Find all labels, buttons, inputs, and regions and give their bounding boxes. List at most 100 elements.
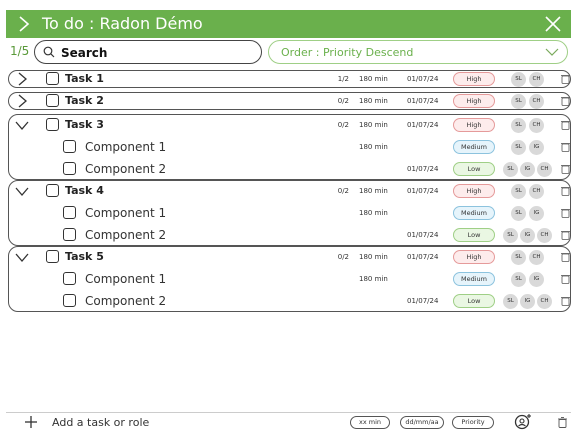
trash-icon[interactable] [561, 74, 570, 84]
trash-icon[interactable] [561, 120, 570, 130]
chevron-down-icon[interactable] [15, 184, 29, 198]
assignee-chip[interactable]: IG [529, 272, 544, 287]
assignee-chip[interactable]: CH [537, 294, 552, 309]
assignee-chip[interactable]: SL [503, 162, 518, 177]
trash-icon[interactable] [561, 296, 570, 306]
task-date: 01/07/24 [407, 253, 439, 261]
priority-field[interactable]: Priority [452, 416, 494, 429]
assignee-chip[interactable]: SL [511, 94, 526, 109]
assignee-chip[interactable]: CH [537, 162, 552, 177]
task-checkbox[interactable] [46, 118, 59, 131]
trash-icon[interactable] [561, 230, 570, 240]
task-checkbox[interactable] [46, 72, 59, 85]
trash-icon[interactable] [561, 186, 570, 196]
assignee-chip[interactable]: SL [503, 228, 518, 243]
assignee-chip[interactable]: IG [529, 206, 544, 221]
component-row[interactable]: Component 1 180 min Medium SL IG [9, 269, 570, 289]
assignee-chip[interactable]: CH [529, 72, 544, 87]
component-duration: 180 min [359, 209, 388, 217]
chevron-right-icon[interactable] [15, 72, 29, 86]
priority-badge[interactable]: Medium [453, 206, 495, 220]
window-title: To do : Radon Démo [42, 14, 203, 33]
component-date: 01/07/24 [407, 165, 439, 173]
add-user-icon[interactable] [514, 413, 532, 431]
trash-icon[interactable] [561, 274, 570, 284]
task-checkbox[interactable] [46, 184, 59, 197]
assignee-chip[interactable]: CH [529, 184, 544, 199]
priority-badge[interactable]: Medium [453, 272, 495, 286]
chevron-down-icon[interactable] [15, 118, 29, 132]
chevron-right-icon[interactable] [15, 94, 29, 108]
task-duration: 180 min [359, 97, 388, 105]
task-row[interactable]: Task 2 0/2 180 min 01/07/24 High SL CH [9, 91, 570, 111]
component-row[interactable]: Component 1 180 min Medium SL IG [9, 137, 570, 157]
component-checkbox[interactable] [63, 294, 76, 307]
priority-badge[interactable]: High [453, 94, 495, 108]
assignee-chip[interactable]: SL [503, 294, 518, 309]
component-row[interactable]: Component 1 180 min Medium SL IG [9, 203, 570, 223]
task-group: Task 3 0/2 180 min 01/07/24 High SL CH C… [8, 114, 571, 180]
search-box[interactable] [34, 40, 262, 64]
task-row[interactable]: Task 5 0/2 180 min 01/07/24 High SL CH [9, 247, 570, 267]
assignee-chip[interactable]: SL [511, 272, 526, 287]
assignee-chip[interactable]: CH [537, 228, 552, 243]
assignee-chip[interactable]: SL [511, 206, 526, 221]
task-checkbox[interactable] [46, 94, 59, 107]
subtask-progress: 0/2 [337, 187, 349, 195]
priority-badge[interactable]: Low [453, 162, 495, 176]
component-row[interactable]: Component 2 01/07/24 Low SL IG CH [9, 159, 570, 179]
component-checkbox[interactable] [63, 140, 76, 153]
priority-badge[interactable]: Medium [453, 140, 495, 154]
task-row[interactable]: Task 1 1/2 180 min 01/07/24 High SL CH [9, 69, 570, 89]
assignee-chip[interactable]: IG [520, 162, 535, 177]
assignee-chip[interactable]: IG [520, 294, 535, 309]
assignee-chip[interactable]: IG [529, 140, 544, 155]
component-row[interactable]: Component 2 01/07/24 Low SL IG CH [9, 291, 570, 311]
priority-badge[interactable]: Low [453, 294, 495, 308]
assignee-chip[interactable]: SL [511, 140, 526, 155]
assignee-chip[interactable]: SL [511, 72, 526, 87]
priority-badge[interactable]: High [453, 184, 495, 198]
assignee-chip[interactable]: IG [520, 228, 535, 243]
title-bar: To do : Radon Démo [6, 10, 571, 38]
task-name: Task 2 [65, 94, 104, 107]
priority-badge[interactable]: High [453, 250, 495, 264]
assignee-chip[interactable]: CH [529, 118, 544, 133]
priority-badge[interactable]: High [453, 72, 495, 86]
component-duration: 180 min [359, 143, 388, 151]
trash-icon[interactable] [561, 96, 570, 106]
priority-badge[interactable]: Low [453, 228, 495, 242]
trash-icon[interactable] [561, 142, 570, 152]
trash-icon[interactable] [561, 164, 570, 174]
component-checkbox[interactable] [63, 162, 76, 175]
trash-icon[interactable] [558, 417, 567, 428]
date-field[interactable]: dd/mm/aa [400, 416, 444, 429]
trash-icon[interactable] [561, 252, 570, 262]
component-checkbox[interactable] [63, 272, 76, 285]
task-row[interactable]: Task 3 0/2 180 min 01/07/24 High SL CH [9, 115, 570, 135]
order-select[interactable]: Order : Priority Descend [268, 40, 568, 64]
assignee-chip[interactable]: SL [511, 250, 526, 265]
assignee-chip[interactable]: CH [529, 250, 544, 265]
todo-window: To do : Radon Démo 1/5 Order : Priority … [6, 8, 571, 432]
trash-icon[interactable] [561, 208, 570, 218]
add-task-input[interactable]: Add a task or role [52, 416, 149, 429]
component-row[interactable]: Component 2 01/07/24 Low SL IG CH [9, 225, 570, 245]
chevron-down-icon[interactable] [15, 250, 29, 264]
task-checkbox[interactable] [46, 250, 59, 263]
component-checkbox[interactable] [63, 206, 76, 219]
assignee-chip[interactable]: CH [529, 94, 544, 109]
assignee-chip[interactable]: SL [511, 184, 526, 199]
add-task-bar: Add a task or role xx min dd/mm/aa Prior… [6, 412, 571, 432]
priority-badge[interactable]: High [453, 118, 495, 132]
duration-field[interactable]: xx min [350, 416, 390, 429]
task-row[interactable]: Task 4 0/2 180 min 01/07/24 High SL CH [9, 181, 570, 201]
component-checkbox[interactable] [63, 228, 76, 241]
search-input[interactable] [61, 44, 251, 62]
chevron-right-icon[interactable] [16, 14, 32, 34]
task-group: Task 5 0/2 180 min 01/07/24 High SL CH C… [8, 246, 571, 312]
task-date: 01/07/24 [407, 75, 439, 83]
close-icon[interactable] [543, 14, 563, 34]
assignee-chip[interactable]: SL [511, 118, 526, 133]
plus-icon[interactable] [24, 415, 38, 429]
